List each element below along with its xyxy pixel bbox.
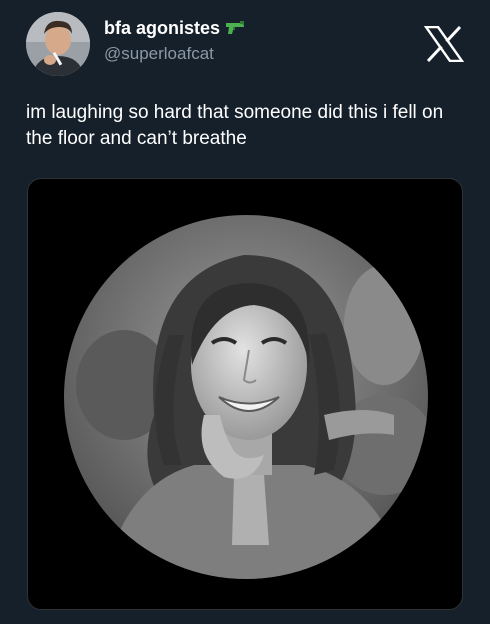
portrait-photo-icon [64,215,428,579]
avatar-photo-icon [26,12,90,76]
name-row: bfa agonistes [104,17,246,39]
avatar[interactable] [26,12,90,76]
x-logo-icon [423,25,465,63]
user-handle[interactable]: @superloafcat [104,43,214,65]
tweet-card: bfa agonistes @superloafcat im laughing … [0,0,490,624]
display-name[interactable]: bfa agonistes [104,17,220,39]
tweet-text: im laughing so hard that someone did thi… [26,102,444,149]
water-pistol-icon [224,19,246,37]
circular-photo [64,215,428,579]
tweet-media[interactable] [27,178,463,610]
